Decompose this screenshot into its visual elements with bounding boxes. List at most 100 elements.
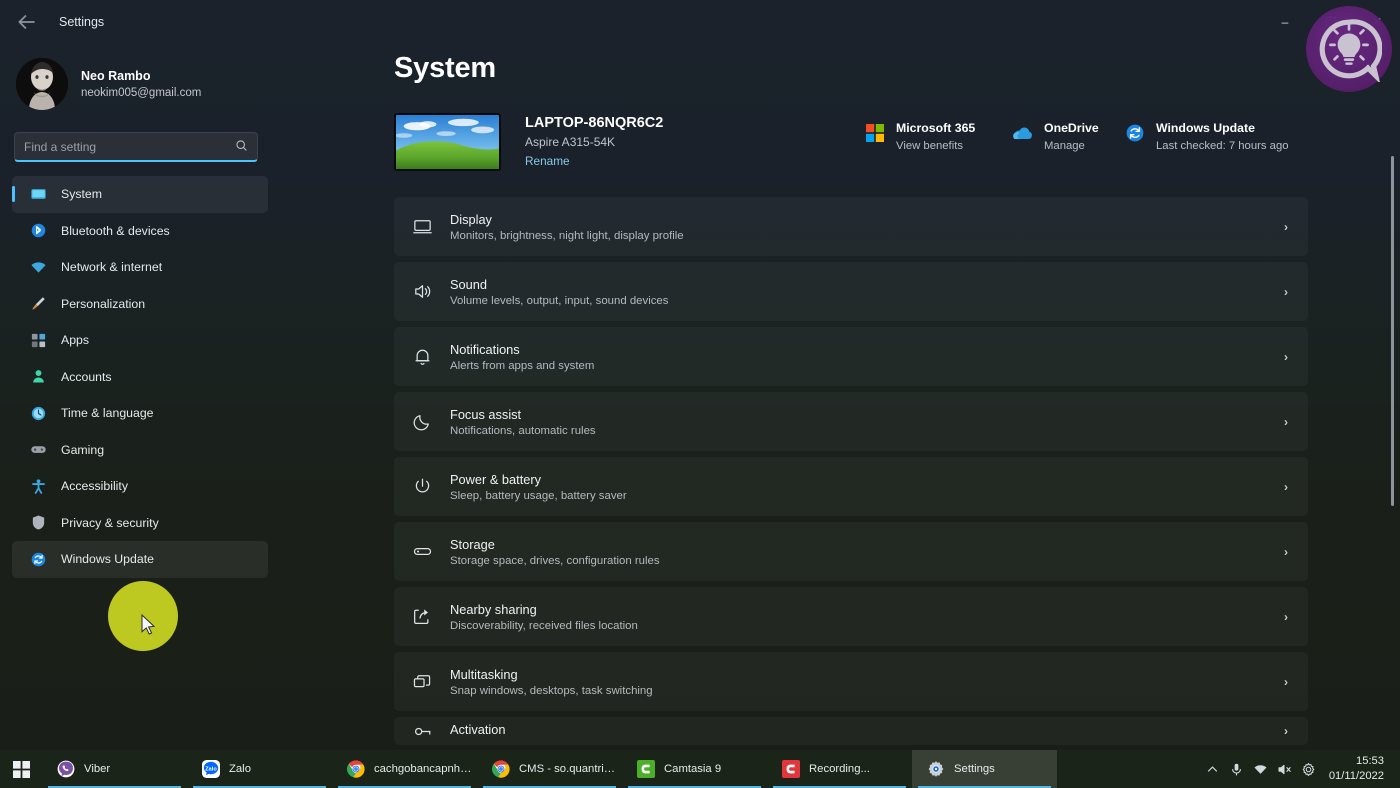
power-icon: [408, 476, 436, 497]
settings-row-sub: Sleep, battery usage, battery saver: [450, 490, 627, 503]
speaker-muted-icon[interactable]: [1273, 750, 1297, 788]
settings-row-notifications[interactable]: Notifications Alerts from apps and syste…: [394, 327, 1308, 386]
chevron-right-icon: ›: [1284, 284, 1288, 299]
taskbar: Viber Zalo Zalo cachgobancapnhat ... CMS…: [0, 750, 1400, 788]
settings-row-activation[interactable]: Activation ›: [394, 717, 1308, 745]
microsoft-logo-icon: [864, 122, 886, 144]
settings-row-power-battery[interactable]: Power & battery Sleep, battery usage, ba…: [394, 457, 1308, 516]
display-monitor-icon: [408, 216, 436, 237]
taskbar-item-settings[interactable]: Settings: [912, 750, 1057, 788]
sidebar-item-label: Privacy & security: [61, 515, 159, 530]
settings-row-sub: Storage space, drives, configuration rul…: [450, 555, 660, 568]
chrome-icon: [346, 760, 365, 779]
speaker-icon: [408, 281, 436, 302]
sidebar-item-system[interactable]: System: [12, 176, 268, 213]
sidebar-item-windows-update[interactable]: Windows Update: [12, 541, 268, 578]
shield-icon: [29, 514, 47, 532]
taskbar-item-viber[interactable]: Viber: [42, 750, 187, 788]
chevron-right-icon: ›: [1284, 219, 1288, 234]
windows-start-icon[interactable]: [0, 750, 42, 788]
settings-row-title: Storage: [450, 536, 495, 552]
search-box[interactable]: [14, 132, 258, 162]
wifi-icon: [29, 258, 47, 276]
sidebar-item-apps[interactable]: Apps: [12, 322, 268, 359]
update-refresh-icon: [29, 550, 47, 568]
settings-gear-icon: [926, 760, 945, 779]
status-tile-title: Windows Update: [1156, 121, 1255, 135]
status-tile-windows-update[interactable]: Windows Update Last checked: 7 hours ago: [1118, 117, 1308, 156]
update-refresh-icon: [1124, 122, 1146, 144]
profile-email: neokim005@gmail.com: [81, 87, 202, 100]
bliss-wallpaper-thumbnail: [394, 113, 501, 171]
window-title-bar: Settings: [0, 0, 1400, 44]
zalo-icon: Zalo: [201, 760, 220, 779]
accessibility-person-icon: [29, 477, 47, 495]
rename-link[interactable]: Rename: [525, 154, 570, 168]
chevron-right-icon: ›: [1284, 414, 1288, 429]
settings-gear-icon[interactable]: [1297, 750, 1321, 788]
windows-stack-icon: [408, 671, 436, 692]
microphone-icon[interactable]: [1225, 750, 1249, 788]
monitor-icon: [29, 185, 47, 203]
taskbar-item-camtasia[interactable]: Camtasia 9: [622, 750, 767, 788]
search-input[interactable]: [24, 139, 235, 154]
scrollbar-thumb[interactable]: [1391, 156, 1394, 506]
sidebar-item-label: Network & internet: [61, 260, 163, 275]
status-tile-onedrive[interactable]: OneDrive Manage: [1006, 117, 1118, 156]
taskbar-item-chrome-2[interactable]: CMS - so.quantrima...: [477, 750, 622, 788]
taskbar-item-recording[interactable]: Recording...: [767, 750, 912, 788]
mouse-pointer-icon: [141, 613, 156, 641]
settings-row-title: Nearby sharing: [450, 601, 537, 617]
taskbar-item-label: Recording...: [809, 763, 870, 775]
user-profile[interactable]: Neo Rambo neokim005@gmail.com: [12, 44, 268, 116]
activation-key-icon: [408, 721, 436, 742]
sidebar-item-privacy-security[interactable]: Privacy & security: [12, 505, 268, 542]
sidebar-item-accessibility[interactable]: Accessibility: [12, 468, 268, 505]
taskbar-item-label: Camtasia 9: [664, 763, 722, 775]
taskbar-clock[interactable]: 15:53 01/11/2022: [1321, 754, 1394, 784]
clock-globe-icon: [29, 404, 47, 422]
bluetooth-icon: [29, 222, 47, 240]
clock-date: 01/11/2022: [1328, 770, 1384, 782]
sidebar-item-time-language[interactable]: Time & language: [12, 395, 268, 432]
taskbar-item-label: cachgobancapnhat ...: [374, 763, 477, 775]
page-title: System: [394, 52, 496, 84]
settings-row-title: Power & battery: [450, 471, 542, 487]
sidebar-item-network-internet[interactable]: Network & internet: [12, 249, 268, 286]
app-title: Settings: [59, 15, 105, 29]
minimize-button[interactable]: –: [1262, 0, 1308, 44]
apps-grid-icon: [29, 331, 47, 349]
chevron-up-icon[interactable]: [1201, 750, 1225, 788]
status-tile-sub: View benefits: [896, 139, 963, 152]
taskbar-item-chrome-1[interactable]: cachgobancapnhat ...: [332, 750, 477, 788]
settings-row-title: Display: [450, 211, 492, 227]
device-name: LAPTOP-86NQR6C2: [525, 115, 664, 131]
paintbrush-icon: [29, 295, 47, 313]
status-tile-microsoft-365[interactable]: Microsoft 365 View benefits: [858, 117, 1006, 156]
taskbar-item-label: CMS - so.quantrima...: [519, 763, 622, 775]
settings-row-nearby-sharing[interactable]: Nearby sharing Discoverability, received…: [394, 587, 1308, 646]
taskbar-item-zalo[interactable]: Zalo Zalo: [187, 750, 332, 788]
settings-row-focus-assist[interactable]: Focus assist Notifications, automatic ru…: [394, 392, 1308, 451]
settings-row-sound[interactable]: Sound Volume levels, output, input, soun…: [394, 262, 1308, 321]
sidebar-item-label: Personalization: [61, 296, 146, 311]
camtasia-green-icon: [636, 760, 655, 779]
share-icon: [408, 606, 436, 627]
settings-row-storage[interactable]: Storage Storage space, drives, configura…: [394, 522, 1308, 581]
settings-row-sub: Snap windows, desktops, task switching: [450, 685, 653, 698]
clock-time: 15:53: [1356, 755, 1384, 768]
settings-row-multitasking[interactable]: Multitasking Snap windows, desktops, tas…: [394, 652, 1308, 711]
sidebar-nav: System Bluetooth & devices Network & int…: [12, 176, 268, 578]
sidebar-item-label: Bluetooth & devices: [61, 223, 170, 238]
viber-icon: [56, 760, 75, 779]
sidebar-item-bluetooth-devices[interactable]: Bluetooth & devices: [12, 213, 268, 250]
sidebar-item-gaming[interactable]: Gaming: [12, 432, 268, 469]
sidebar-item-label: Windows Update: [61, 552, 154, 567]
sidebar-item-label: Gaming: [61, 442, 105, 457]
vertical-scrollbar[interactable]: [1391, 156, 1394, 756]
sidebar-item-accounts[interactable]: Accounts: [12, 359, 268, 396]
settings-row-display[interactable]: Display Monitors, brightness, night ligh…: [394, 197, 1308, 256]
sidebar-item-personalization[interactable]: Personalization: [12, 286, 268, 323]
wifi-icon[interactable]: [1249, 750, 1273, 788]
back-arrow-icon[interactable]: [14, 9, 40, 35]
